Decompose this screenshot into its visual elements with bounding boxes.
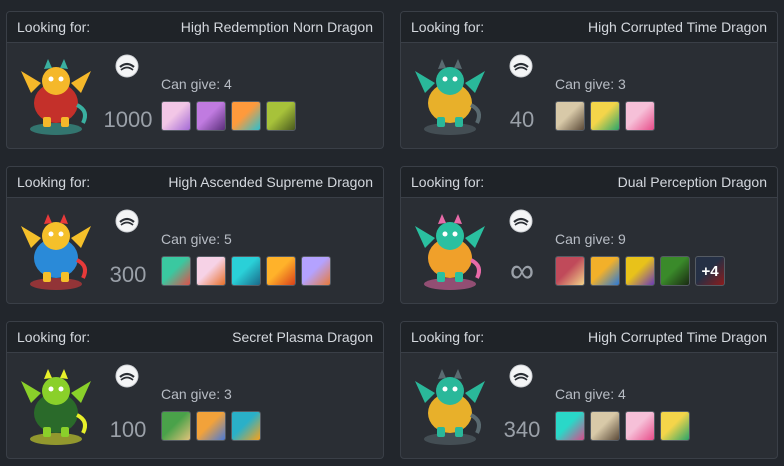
offered-dragon-thumbnail[interactable] [161, 256, 191, 286]
orb-currency-icon [509, 364, 533, 388]
trade-card[interactable]: Looking for: Secret Plasma Dragon 100 Can … [6, 321, 384, 459]
can-give-label: Can give: 3 [555, 76, 626, 92]
looking-for-label: Looking for: [411, 174, 485, 190]
looking-for-label: Looking for: [17, 329, 91, 345]
dragon-image[interactable] [411, 363, 489, 447]
card-header: Looking for: High Corrupted Time Dragon [401, 12, 777, 43]
offered-dragon-thumbnail[interactable] [625, 101, 655, 131]
target-dragon-name: High Corrupted Time Dragon [588, 329, 767, 345]
card-header: Looking for: High Corrupted Time Dragon [401, 322, 777, 353]
dragon-image[interactable] [17, 363, 95, 447]
offer-amount: 100 [109, 417, 147, 442]
offered-dragon-thumbnail[interactable] [231, 256, 261, 286]
can-give-label: Can give: 3 [161, 386, 232, 402]
trade-card[interactable]: Looking for: High Redemption Norn Dragon … [6, 11, 384, 149]
can-give-label: Can give: 4 [555, 386, 626, 402]
trade-card[interactable]: Looking for: High Corrupted Time Dragon 4… [400, 11, 778, 149]
orb-currency-icon [509, 209, 533, 233]
offered-dragons-list [555, 411, 690, 441]
offer-amount: 40 [509, 107, 535, 132]
offered-dragon-thumbnail[interactable] [161, 101, 191, 131]
can-give-label: Can give: 5 [161, 231, 232, 247]
offered-dragon-thumbnail[interactable]: +4 [695, 256, 725, 286]
offered-dragon-thumbnail[interactable] [590, 256, 620, 286]
dragon-image[interactable] [411, 208, 489, 292]
looking-for-label: Looking for: [17, 19, 91, 35]
dragon-image[interactable] [17, 208, 95, 292]
trade-card[interactable]: Looking for: Dual Perception Dragon ∞ Can … [400, 166, 778, 304]
card-body: 100 Can give: 3 [7, 353, 383, 458]
offered-dragon-thumbnail[interactable] [555, 101, 585, 131]
orb-currency-icon [115, 54, 139, 78]
offered-dragons-list [161, 256, 331, 286]
offered-dragon-thumbnail[interactable] [161, 411, 191, 441]
offer-amount: 340 [503, 417, 541, 442]
offered-dragon-thumbnail[interactable] [660, 411, 690, 441]
trade-card[interactable]: Looking for: High Corrupted Time Dragon 3… [400, 321, 778, 459]
offered-dragon-thumbnail[interactable] [196, 411, 226, 441]
offer-amount: 300 [109, 262, 147, 287]
card-body: 340 Can give: 4 [401, 353, 777, 458]
offered-dragon-thumbnail[interactable] [625, 411, 655, 441]
offer-amount: ∞ [509, 252, 535, 290]
offered-dragon-thumbnail[interactable] [231, 101, 261, 131]
can-give-label: Can give: 4 [161, 76, 232, 92]
card-body: 1000 Can give: 4 [7, 43, 383, 148]
dragon-image[interactable] [17, 53, 95, 137]
more-dragons-count: +4 [696, 257, 724, 285]
looking-for-label: Looking for: [411, 329, 485, 345]
offered-dragon-thumbnail[interactable] [590, 411, 620, 441]
card-header: Looking for: High Redemption Norn Dragon [7, 12, 383, 43]
card-header: Looking for: Secret Plasma Dragon [7, 322, 383, 353]
offered-dragon-thumbnail[interactable] [196, 256, 226, 286]
target-dragon-name: High Corrupted Time Dragon [588, 19, 767, 35]
offered-dragon-thumbnail[interactable] [625, 256, 655, 286]
offered-dragon-thumbnail[interactable] [196, 101, 226, 131]
card-body: 300 Can give: 5 [7, 198, 383, 303]
looking-for-label: Looking for: [17, 174, 91, 190]
target-dragon-name: High Redemption Norn Dragon [180, 19, 373, 35]
offered-dragon-thumbnail[interactable] [266, 256, 296, 286]
offered-dragons-list [555, 101, 655, 131]
looking-for-label: Looking for: [411, 19, 485, 35]
card-header: Looking for: Dual Perception Dragon [401, 167, 777, 198]
target-dragon-name: High Ascended Supreme Dragon [168, 174, 373, 190]
trade-card[interactable]: Looking for: High Ascended Supreme Dragon… [6, 166, 384, 304]
orb-currency-icon [115, 209, 139, 233]
offered-dragon-thumbnail[interactable] [266, 101, 296, 131]
orb-currency-icon [115, 364, 139, 388]
offered-dragon-thumbnail[interactable] [660, 256, 690, 286]
offered-dragon-thumbnail[interactable] [231, 411, 261, 441]
card-body: 40 Can give: 3 [401, 43, 777, 148]
card-header: Looking for: High Ascended Supreme Dragon [7, 167, 383, 198]
target-dragon-name: Secret Plasma Dragon [232, 329, 373, 345]
offered-dragons-list [161, 411, 261, 441]
target-dragon-name: Dual Perception Dragon [617, 174, 767, 190]
card-body: ∞ Can give: 9 +4 [401, 198, 777, 303]
offered-dragon-thumbnail[interactable] [590, 101, 620, 131]
can-give-label: Can give: 9 [555, 231, 626, 247]
orb-currency-icon [509, 54, 533, 78]
offered-dragons-list: +4 [555, 256, 725, 286]
dragon-image[interactable] [411, 53, 489, 137]
offered-dragons-list [161, 101, 296, 131]
offered-dragon-thumbnail[interactable] [301, 256, 331, 286]
offered-dragon-thumbnail[interactable] [555, 411, 585, 441]
offer-amount: 1000 [103, 107, 153, 132]
offered-dragon-thumbnail[interactable] [555, 256, 585, 286]
